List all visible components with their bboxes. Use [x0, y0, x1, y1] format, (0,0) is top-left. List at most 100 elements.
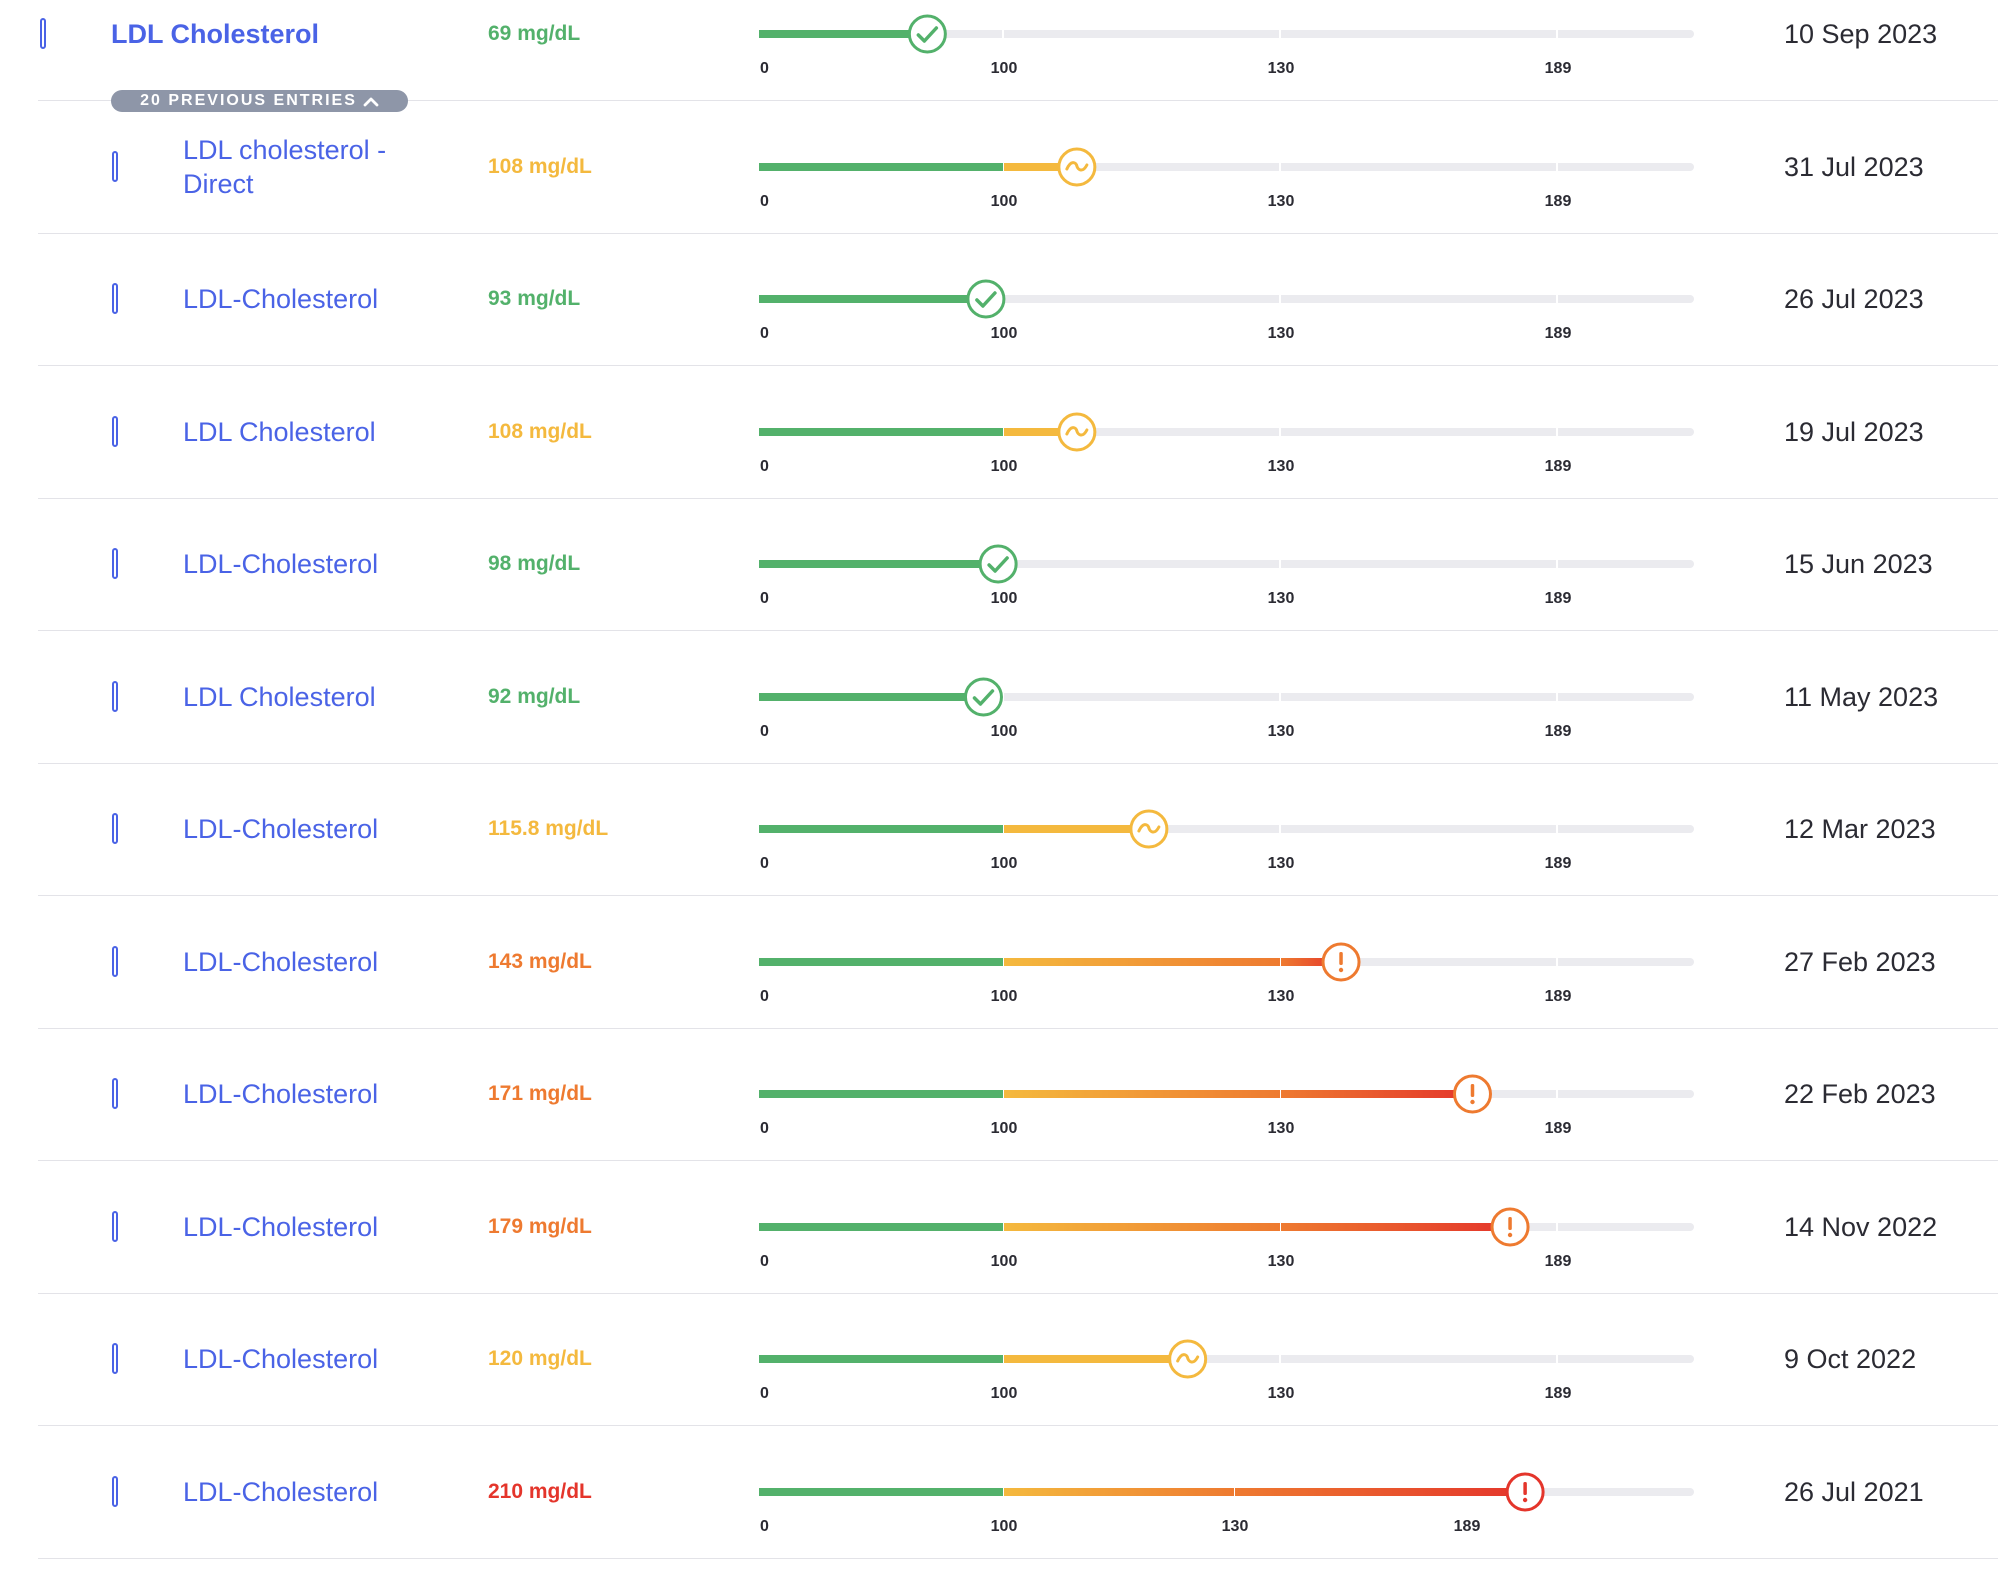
- test-name-link[interactable]: LDL-Cholesterol: [183, 1077, 433, 1111]
- select-pill[interactable]: [112, 416, 118, 447]
- select-pill[interactable]: [112, 813, 118, 844]
- result-row[interactable]: LDL-Cholesterol 179 mg/dL 14 Nov 2022 0 100 1…: [0, 1193, 1998, 1325]
- result-row[interactable]: LDL-Cholesterol 171 mg/dL 22 Feb 2023 0 100 1…: [0, 1060, 1998, 1192]
- result-row[interactable]: LDL-Cholesterol 120 mg/dL 9 Oct 2022 0 100 13…: [0, 1325, 1998, 1457]
- tick-label: 189: [1545, 988, 1572, 1005]
- select-pill[interactable]: [112, 548, 118, 579]
- row-divider: [38, 1425, 1998, 1426]
- result-row[interactable]: LDL-Cholesterol 98 mg/dL 15 Jun 2023 0 100 13…: [0, 530, 1998, 662]
- result-row[interactable]: LDL Cholesterol 69 mg/dL 10 Sep 2023 0 100 13…: [0, 0, 1998, 132]
- track-background: [759, 693, 1694, 701]
- tick-notch: [1279, 559, 1281, 569]
- result-row[interactable]: LDL Cholesterol 92 mg/dL 11 May 2023 0 100 13…: [0, 663, 1998, 795]
- tick-label: 189: [1545, 325, 1572, 342]
- result-date: 26 Jul 2021: [1784, 1477, 1924, 1507]
- tilde-icon: [1129, 809, 1169, 849]
- segment-borderline: [1004, 1488, 1234, 1496]
- test-name-link[interactable]: LDL Cholesterol: [183, 680, 433, 714]
- test-name-link[interactable]: LDL-Cholesterol: [183, 945, 433, 979]
- segment-borderline: [1004, 1223, 1280, 1231]
- select-pill[interactable]: [112, 1078, 118, 1109]
- select-pill[interactable]: [112, 283, 118, 314]
- tick-label: 189: [1545, 60, 1572, 77]
- track-background: [759, 1355, 1694, 1363]
- track-background: [759, 825, 1694, 833]
- segment-borderline: [1004, 1090, 1280, 1098]
- select-pill[interactable]: [112, 1343, 118, 1374]
- track-background: [759, 560, 1694, 568]
- previous-entries-label: 20 PREVIOUS ENTRIES: [140, 92, 357, 109]
- tick-notch: [1556, 162, 1558, 172]
- segment-normal: [759, 1223, 1003, 1231]
- tick-label: 100: [991, 988, 1018, 1005]
- result-value: 98 mg/dL: [488, 552, 581, 575]
- select-pill[interactable]: [112, 151, 118, 182]
- test-name-link[interactable]: LDL Cholesterol: [111, 17, 361, 51]
- result-date: 22 Feb 2023: [1784, 1079, 1936, 1109]
- tick-label: 0: [760, 60, 769, 77]
- select-pill[interactable]: [112, 681, 118, 712]
- tick-notch: [1556, 1354, 1558, 1364]
- select-pill[interactable]: [112, 946, 118, 977]
- test-name-link[interactable]: LDL-Cholesterol: [183, 1475, 433, 1509]
- tilde-icon: [1168, 1339, 1208, 1379]
- tick-label: 130: [1268, 988, 1295, 1005]
- result-row[interactable]: LDL cholesterol - Direct 108 mg/dL 31 Jul …: [0, 133, 1998, 265]
- tick-label: 130: [1268, 723, 1295, 740]
- tick-notch: [1279, 294, 1281, 304]
- test-name-link[interactable]: LDL-Cholesterol: [183, 1210, 433, 1244]
- tick-label: 189: [1545, 855, 1572, 872]
- segment-high: [1281, 958, 1342, 966]
- tick-label: 189: [1545, 590, 1572, 607]
- result-value: 93 mg/dL: [488, 287, 581, 310]
- tick-label: 100: [991, 855, 1018, 872]
- tick-notch: [1002, 957, 1004, 967]
- result-row[interactable]: LDL Cholesterol 108 mg/dL 19 Jul 2023 0 100 1…: [0, 398, 1998, 530]
- select-pill[interactable]: [112, 1476, 118, 1507]
- row-divider: [38, 1558, 1998, 1559]
- test-name-link[interactable]: LDL cholesterol - Direct: [183, 133, 433, 201]
- tick-notch: [1279, 162, 1281, 172]
- track-background: [759, 1223, 1694, 1231]
- tick-notch: [1279, 1089, 1281, 1099]
- previous-entries-toggle[interactable]: 20 PREVIOUS ENTRIES: [111, 90, 408, 112]
- result-value: 143 mg/dL: [488, 950, 592, 973]
- tick-notch: [1556, 1089, 1558, 1099]
- tick-label: 0: [760, 1518, 769, 1535]
- check-icon: [963, 677, 1003, 717]
- tick-notch: [1279, 1222, 1281, 1232]
- tick-label: 0: [760, 193, 769, 210]
- result-date: 10 Sep 2023: [1784, 19, 1938, 49]
- result-value: 92 mg/dL: [488, 685, 581, 708]
- result-value: 115.8 mg/dL: [488, 817, 609, 840]
- test-name-link[interactable]: LDL-Cholesterol: [183, 812, 433, 846]
- result-date: 27 Feb 2023: [1784, 947, 1936, 977]
- segment-borderline: [1004, 825, 1149, 833]
- result-row[interactable]: LDL-Cholesterol 210 mg/dL 26 Jul 2021 0 100 1…: [0, 1458, 1998, 1590]
- result-date: 12 Mar 2023: [1784, 814, 1936, 844]
- select-pill[interactable]: [40, 18, 46, 49]
- result-row[interactable]: LDL-Cholesterol 115.8 mg/dL 12 Mar 2023 0 10…: [0, 795, 1998, 927]
- result-date: 9 Oct 2022: [1784, 1344, 1917, 1374]
- test-name-link[interactable]: LDL-Cholesterol: [183, 1342, 433, 1376]
- row-divider: [38, 630, 1998, 631]
- test-name-link[interactable]: LDL-Cholesterol: [183, 282, 433, 316]
- exclamation-icon: [1505, 1472, 1545, 1512]
- test-name-link[interactable]: LDL-Cholesterol: [183, 547, 433, 581]
- tick-notch: [1002, 824, 1004, 834]
- test-name-link[interactable]: LDL Cholesterol: [183, 415, 433, 449]
- select-pill[interactable]: [112, 1211, 118, 1242]
- segment-borderline: [1004, 428, 1077, 436]
- tick-notch: [1002, 162, 1004, 172]
- tick-notch: [1002, 29, 1004, 39]
- segment-normal: [759, 295, 986, 303]
- row-divider: [38, 763, 1998, 764]
- track-background: [759, 30, 1694, 38]
- result-row[interactable]: LDL-Cholesterol 143 mg/dL 27 Feb 2023 0 100 1…: [0, 928, 1998, 1060]
- tick-notch: [1002, 427, 1004, 437]
- tick-notch: [1002, 1222, 1004, 1232]
- tick-label: 130: [1268, 325, 1295, 342]
- check-icon: [966, 279, 1006, 319]
- tick-notch: [1279, 1354, 1281, 1364]
- result-row[interactable]: LDL-Cholesterol 93 mg/dL 26 Jul 2023 0 100 13…: [0, 265, 1998, 397]
